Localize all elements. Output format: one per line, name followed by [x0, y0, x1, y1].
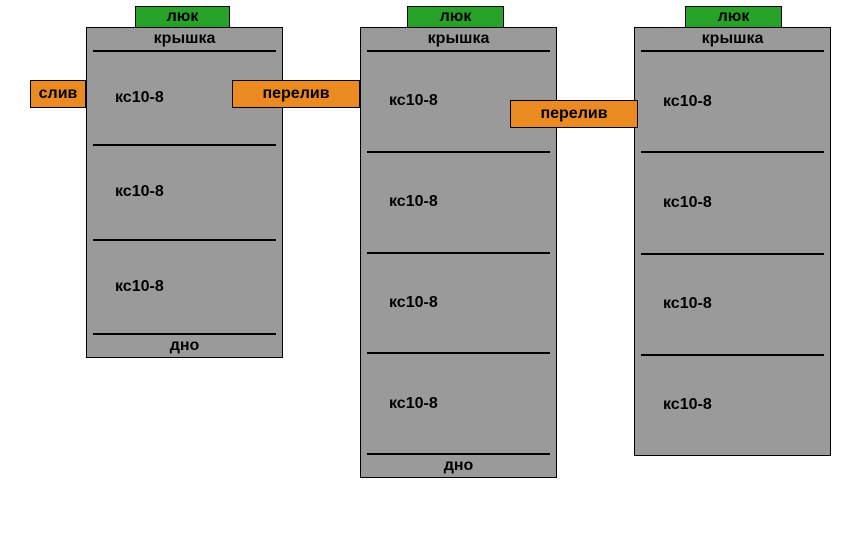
- ring-label: кс10-8: [367, 254, 550, 355]
- ring-label: кс10-8: [93, 241, 276, 335]
- lid-label: крышка: [93, 28, 276, 52]
- well: крышкакс10-8кс10-8кс10-8кс10-8дно: [360, 27, 557, 478]
- lid-label: крышка: [641, 28, 824, 52]
- overflow-label: перелив: [232, 80, 360, 108]
- ring-label: кс10-8: [641, 356, 824, 455]
- bottom-label: дно: [367, 455, 550, 477]
- ring-label: кс10-8: [641, 52, 824, 153]
- overflow-label: перелив: [510, 100, 638, 128]
- drain-label: слив: [30, 80, 86, 108]
- ring-label: кс10-8: [641, 153, 824, 254]
- lid-label: крышка: [367, 28, 550, 52]
- well: крышкакс10-8кс10-8кс10-8дно: [86, 27, 283, 358]
- hatch-label: люк: [135, 6, 230, 28]
- hatch-label: люк: [407, 6, 504, 28]
- bottom-label: дно: [93, 335, 276, 357]
- ring-label: кс10-8: [641, 255, 824, 356]
- hatch-label: люк: [685, 6, 782, 28]
- ring-label: кс10-8: [367, 354, 550, 455]
- well: крышкакс10-8кс10-8кс10-8кс10-8: [634, 27, 831, 456]
- ring-label: кс10-8: [367, 153, 550, 254]
- ring-label: кс10-8: [93, 146, 276, 240]
